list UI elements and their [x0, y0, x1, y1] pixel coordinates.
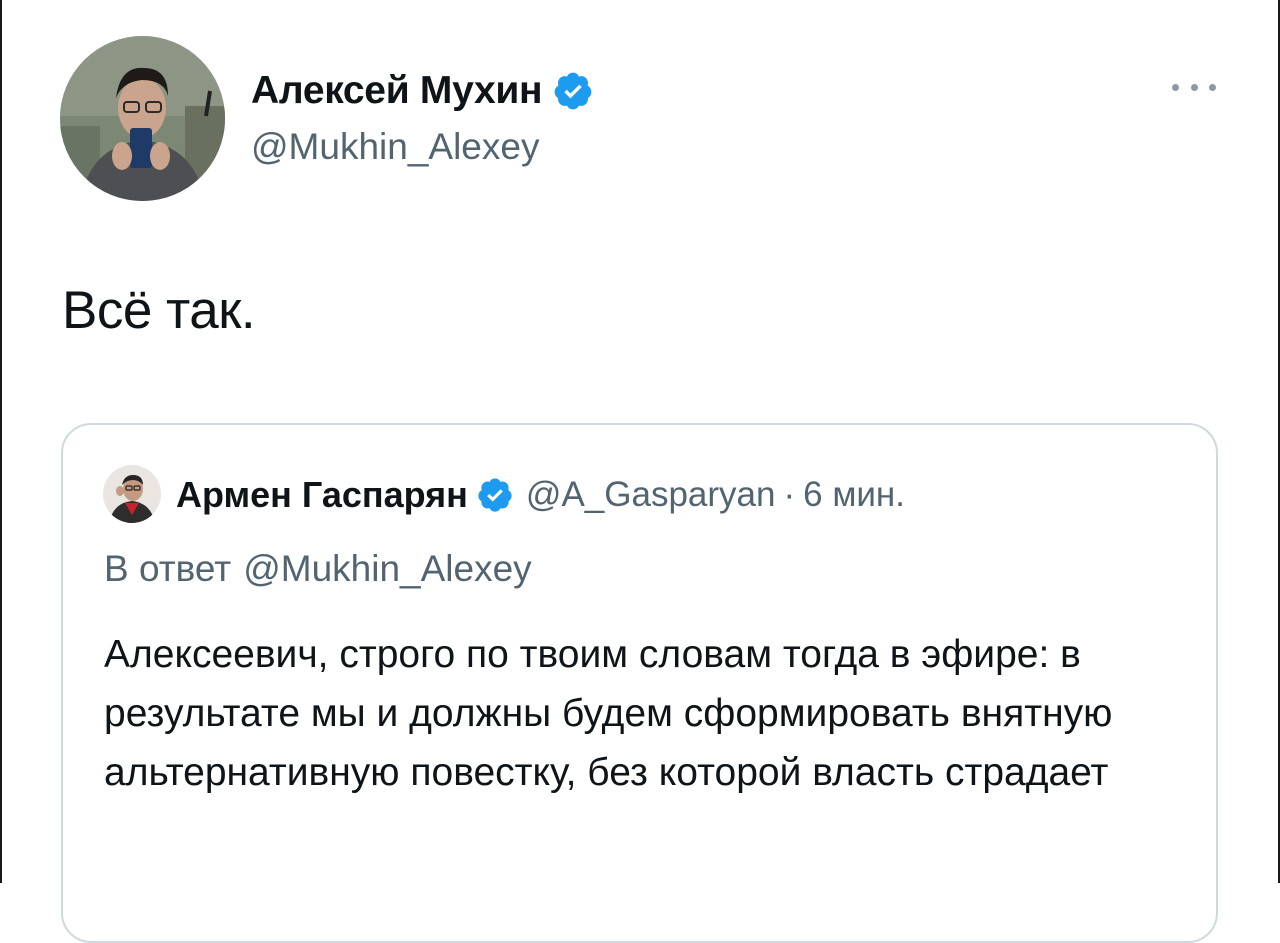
author-handle[interactable]: @Mukhin_Alexey: [251, 126, 539, 168]
more-options-icon[interactable]: [1172, 80, 1216, 94]
verified-badge-icon: [552, 70, 594, 112]
quoted-author-name[interactable]: Армен Гаспарян: [176, 474, 468, 516]
author-name-row: Алексей Мухин: [251, 66, 594, 116]
reply-prefix: В ответ: [104, 548, 232, 589]
verified-badge-icon: [476, 476, 514, 514]
quoted-tweet-text: Алексеевич, строго по твоим словам тогда…: [104, 633, 1113, 794]
quoted-tweet-header: Армен Гаспарян @A_Gasparyan · 6 мин.: [176, 470, 905, 520]
window-edge-left: [0, 0, 2, 883]
quoted-tweet-time[interactable]: 6 мин.: [803, 475, 905, 515]
more-dot: [1172, 83, 1179, 91]
meta-separator: ·: [783, 475, 796, 514]
quoted-author-handle[interactable]: @A_Gasparyan: [526, 475, 776, 515]
reply-context: В ответ @Mukhin_Alexey: [104, 548, 532, 590]
more-dot: [1209, 83, 1216, 91]
author-name[interactable]: Алексей Мухин: [251, 69, 543, 113]
author-avatar[interactable]: [60, 36, 225, 201]
more-dot: [1190, 83, 1198, 91]
quoted-author-avatar[interactable]: [103, 465, 161, 523]
reply-to-handle[interactable]: @Mukhin_Alexey: [243, 548, 531, 590]
tweet-text: Всё так.: [62, 281, 256, 340]
